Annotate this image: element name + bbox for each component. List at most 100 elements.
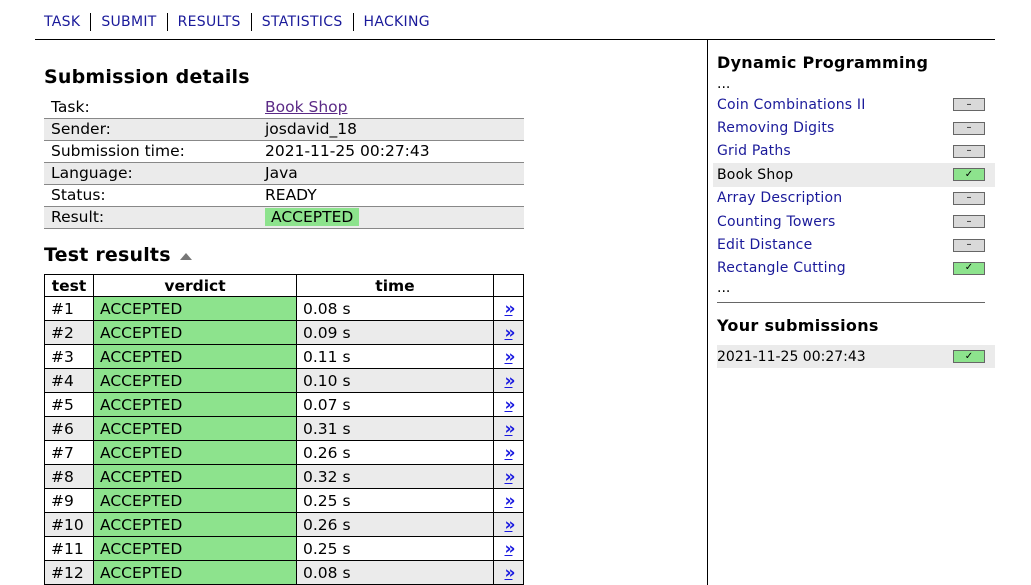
- test-verdict: ACCEPTED: [93, 416, 297, 441]
- nav-divider: [90, 13, 92, 31]
- nav-divider: [166, 13, 168, 31]
- view-test-arrow-icon[interactable]: »: [505, 491, 516, 511]
- test-time: 0.25 s: [296, 536, 494, 561]
- detail-row-status: Status: READY: [44, 184, 524, 206]
- submission-details-heading: Submission details: [44, 66, 250, 88]
- detail-value: Java: [265, 164, 298, 182]
- test-id: #12: [44, 560, 94, 585]
- column-header-link: [493, 274, 524, 297]
- test-id: #4: [44, 368, 94, 393]
- test-verdict: ACCEPTED: [93, 320, 297, 345]
- submission-details-table: Task: Book Shop Sender: josdavid_18 Subm…: [44, 96, 524, 229]
- view-test-arrow-icon[interactable]: »: [505, 539, 516, 559]
- view-test-arrow-icon[interactable]: »: [505, 515, 516, 535]
- nav-results[interactable]: RESULTS: [178, 14, 241, 30]
- task-link[interactable]: Grid Paths: [717, 143, 791, 159]
- task-list-item[interactable]: Grid Paths –: [713, 140, 995, 163]
- task-list-item[interactable]: Edit Distance –: [713, 233, 995, 256]
- view-test-arrow-icon[interactable]: »: [505, 563, 516, 583]
- sidebar-separator: [717, 302, 985, 304]
- task-link[interactable]: Coin Combinations II: [717, 97, 866, 113]
- test-results-header[interactable]: Test results: [44, 244, 192, 266]
- test-results-heading: Test results: [44, 244, 171, 266]
- table-row: #10 ACCEPTED 0.26 s »: [44, 512, 524, 537]
- submission-time: 2021-11-25 00:27:43: [717, 348, 866, 365]
- task-link[interactable]: Book Shop: [265, 98, 348, 116]
- test-verdict: ACCEPTED: [93, 344, 297, 369]
- detail-row-result: Result: ACCEPTED: [44, 206, 524, 228]
- table-row: #1 ACCEPTED 0.08 s »: [44, 296, 524, 321]
- test-verdict: ACCEPTED: [93, 536, 297, 561]
- test-verdict: ACCEPTED: [93, 488, 297, 513]
- solved-check-icon: ✓: [953, 168, 985, 182]
- your-submissions-heading: Your submissions: [717, 316, 879, 336]
- table-row: #12 ACCEPTED 0.08 s »: [44, 560, 524, 585]
- view-test-arrow-icon[interactable]: »: [505, 371, 516, 391]
- task-link[interactable]: Array Description: [717, 190, 842, 206]
- test-time: 0.10 s: [296, 368, 494, 393]
- task-list-item: Book Shop ✓: [713, 163, 995, 187]
- test-time: 0.26 s: [296, 440, 494, 465]
- result-badge: ACCEPTED: [265, 208, 360, 226]
- test-id: #6: [44, 416, 94, 441]
- submission-list: 2021-11-25 00:27:43 ✓: [717, 345, 995, 369]
- test-id: #5: [44, 392, 94, 417]
- test-id: #10: [44, 512, 94, 537]
- task-list-item[interactable]: Counting Towers –: [713, 210, 995, 233]
- nav-hacking[interactable]: HACKING: [364, 14, 430, 30]
- sidebar: Dynamic Programming ... Coin Combination…: [713, 40, 995, 369]
- view-test-arrow-icon[interactable]: »: [505, 419, 516, 439]
- nav-task[interactable]: TASK: [44, 14, 80, 30]
- view-test-arrow-icon[interactable]: »: [505, 323, 516, 343]
- view-test-arrow-icon[interactable]: »: [505, 395, 516, 415]
- detail-label: Language:: [51, 164, 133, 182]
- test-verdict: ACCEPTED: [93, 512, 297, 537]
- column-header-time: time: [296, 274, 494, 297]
- unsolved-dash-icon: –: [953, 238, 985, 252]
- test-time: 0.08 s: [296, 296, 494, 321]
- test-verdict: ACCEPTED: [93, 560, 297, 585]
- task-link[interactable]: Counting Towers: [717, 214, 836, 230]
- test-time: 0.25 s: [296, 488, 494, 513]
- task-list-item[interactable]: Removing Digits –: [713, 116, 995, 139]
- table-row: #4 ACCEPTED 0.10 s »: [44, 368, 524, 393]
- detail-value: 2021-11-25 00:27:43: [265, 142, 430, 160]
- submission-row[interactable]: 2021-11-25 00:27:43 ✓: [717, 345, 995, 369]
- task-list-item[interactable]: Coin Combinations II –: [713, 93, 995, 116]
- detail-label: Status:: [51, 186, 106, 204]
- test-verdict: ACCEPTED: [93, 464, 297, 489]
- view-test-arrow-icon[interactable]: »: [505, 467, 516, 487]
- test-verdict: ACCEPTED: [93, 440, 297, 465]
- unsolved-dash-icon: –: [953, 215, 985, 229]
- test-time: 0.08 s: [296, 560, 494, 585]
- task-link[interactable]: Rectangle Cutting: [717, 260, 846, 276]
- test-id: #7: [44, 440, 94, 465]
- test-time: 0.32 s: [296, 464, 494, 489]
- detail-row-task: Task: Book Shop: [44, 96, 524, 118]
- task-link[interactable]: Edit Distance: [717, 237, 812, 253]
- nav-statistics[interactable]: STATISTICS: [262, 14, 343, 30]
- ellipsis-bottom: ...: [717, 280, 731, 297]
- test-id: #11: [44, 536, 94, 561]
- collapse-triangle-icon[interactable]: [179, 252, 192, 260]
- detail-row-language: Language: Java: [44, 162, 524, 184]
- top-nav: TASK SUBMIT RESULTS STATISTICS HACKING: [44, 13, 430, 31]
- view-test-arrow-icon[interactable]: »: [505, 443, 516, 463]
- task-list-item[interactable]: Rectangle Cutting ✓: [713, 257, 995, 280]
- view-test-arrow-icon[interactable]: »: [505, 347, 516, 367]
- test-time: 0.26 s: [296, 512, 494, 537]
- detail-label: Sender:: [51, 120, 111, 138]
- view-test-arrow-icon[interactable]: »: [505, 299, 516, 319]
- task-list: Coin Combinations II – Removing Digits – Gri…: [713, 93, 995, 280]
- detail-value: READY: [265, 186, 317, 204]
- task-link[interactable]: Removing Digits: [717, 120, 835, 136]
- nav-submit[interactable]: SUBMIT: [101, 14, 156, 30]
- detail-label: Submission time:: [51, 142, 185, 160]
- test-time: 0.07 s: [296, 392, 494, 417]
- solved-check-icon: ✓: [953, 261, 985, 275]
- task-list-item[interactable]: Array Description –: [713, 187, 995, 210]
- test-id: #8: [44, 464, 94, 489]
- table-row: #8 ACCEPTED 0.32 s »: [44, 464, 524, 489]
- table-row: #5 ACCEPTED 0.07 s »: [44, 392, 524, 417]
- test-verdict: ACCEPTED: [93, 296, 297, 321]
